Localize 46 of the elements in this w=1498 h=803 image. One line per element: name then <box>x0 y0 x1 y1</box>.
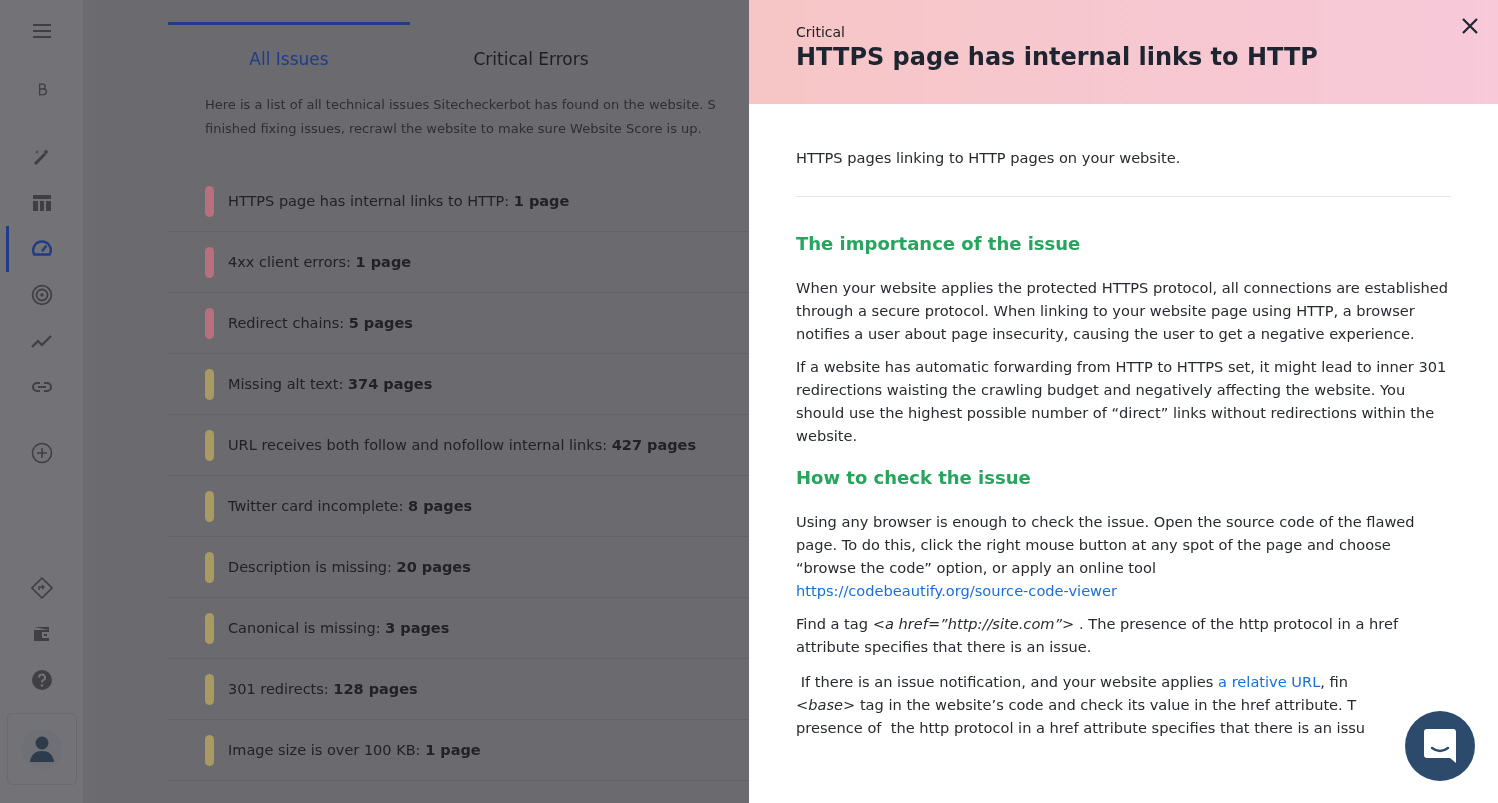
section-heading: The importance of the issue <box>796 233 1082 254</box>
panel-title: HTTPS page has internal links to HTTP <box>796 43 1319 71</box>
close-icon <box>1462 18 1478 34</box>
paragraph: If a website has automatic forwarding from HTTP to HTTPS set, it might lead to inner 301 redirections waisting the crawling budget and negatively affecting the website. You should use the highest possible number of “direct” links without redirections within the website. <box>796 357 1448 446</box>
issue-row[interactable]: HTTPS page has internal links to HTTP: 1 page <box>168 171 749 232</box>
help-icon <box>30 669 53 691</box>
link[interactable]: https://codebeautify.org/source-code-viewer <box>796 582 1118 599</box>
paragraph: Find a tag <a href=”http://site.com”> . The presence of the http protocol in a href attribute specifies that there is an issue. <box>796 614 1400 657</box>
target-icon <box>30 284 53 306</box>
table-icon <box>31 193 52 213</box>
issue-row[interactable]: Missing alt text: 374 pages <box>168 354 749 415</box>
issue-row[interactable]: Image size is over 100 KB: 1 page <box>168 720 749 781</box>
close-button[interactable] <box>1462 18 1478 34</box>
summary-text: HTTPS pages linking to HTTP pages on your website. <box>796 149 1182 166</box>
nav-button[interactable] <box>6 713 77 785</box>
issue-label: Redirect chains: 5 pages <box>228 315 413 331</box>
tab[interactable]: All Issues <box>168 22 410 69</box>
chat-icon <box>1423 728 1457 764</box>
wallet-icon <box>31 624 52 644</box>
issue-row[interactable]: 301 redirects: 128 pages <box>168 659 749 720</box>
issue-row[interactable]: Twitter card incomplete: 8 pages <box>168 476 749 537</box>
section-heading: How to check the issue <box>796 467 1032 488</box>
severity-label: Critical <box>796 24 846 40</box>
diamond-arrow-icon <box>30 577 53 599</box>
issue-label: Image size is over 100 KB: 1 page <box>228 742 481 758</box>
issue-label: Description is missing: 20 pages <box>228 559 471 575</box>
issue-row[interactable]: 4xx client errors: 1 page <box>168 232 749 293</box>
issue-row[interactable]: Redirect chains: 5 pages <box>168 293 749 354</box>
issue-label: Canonical is missing: 3 pages <box>228 620 450 636</box>
issue-label: Missing alt text: 374 pages <box>228 376 433 392</box>
tab[interactable]: Critical Errors <box>410 22 652 69</box>
link[interactable]: a relative URL <box>1218 673 1321 690</box>
paragraph: If there is an issue notification, and your website applies a relative URL, fin <base> tag in the website’s code and check its value in the href attribute. T presence of the http protocol in a href attribute specifies that there is an issu <box>796 672 1367 738</box>
issue-row[interactable]: Canonical is missing: 3 pages <box>168 598 749 659</box>
add-icon <box>30 442 53 464</box>
issue-row[interactable]: Description is missing: 20 pages <box>168 537 749 598</box>
issue-label: Twitter card incomplete: 8 pages <box>228 498 473 514</box>
issue-label: 301 redirects: 128 pages <box>228 681 418 697</box>
intro-text: Here is a list of all technical issues Sitecheckerbot has found on the website. S finished fixing issues, recrawl the website to make sure Website Score is up. <box>205 96 717 138</box>
issue-label: URL receives both follow and nofollow internal links: 427 pages <box>228 437 697 453</box>
paragraph: When your website applies the protected HTTPS protocol, all connections are established through a secure protocol. When linking to your website page using HTTP, a browser notifies a user about page insecurity, causing the user to get a negative experience. <box>796 278 1450 344</box>
menu-icon <box>31 21 52 41</box>
issue-label: HTTPS page has internal links to HTTP: 1 page <box>228 193 570 209</box>
issue-label: 4xx client errors: 1 page <box>228 254 412 270</box>
paragraph: Using any browser is enough to check the issue. Open the source code of the flawed page. To do this, click the right mouse button at any spot of the page and choose “browse the code” option, or apply an online tool https://codebeautify.org/source-code-viewer <box>796 512 1416 601</box>
issue-row[interactable]: URL receives both follow and nofollow internal links: 427 pages <box>168 415 749 476</box>
